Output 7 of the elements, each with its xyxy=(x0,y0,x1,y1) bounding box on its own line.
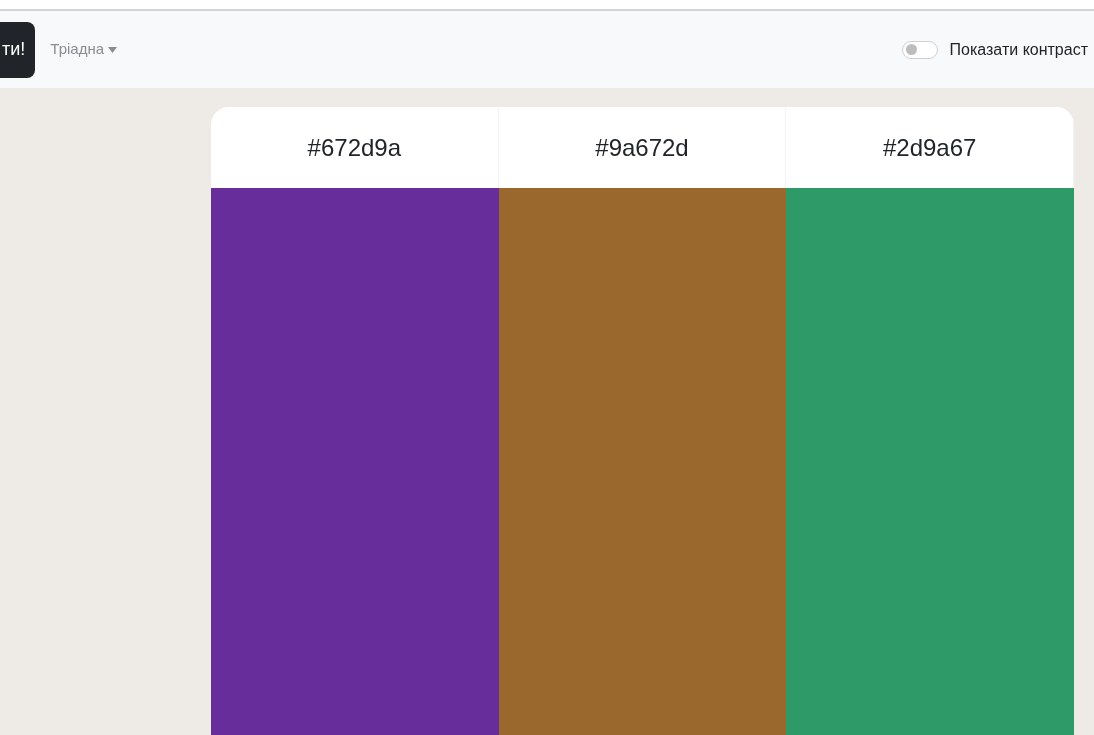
hex-code: #672d9a xyxy=(307,132,402,163)
caret-icon xyxy=(108,46,118,53)
generate-button[interactable]: ти! xyxy=(0,21,36,78)
contrast-toggle[interactable] xyxy=(901,40,938,59)
hex-code: #9a672d xyxy=(595,132,689,163)
hex-code: #2d9a67 xyxy=(882,132,977,163)
toggle-label: Показати контраст xyxy=(949,39,1088,60)
